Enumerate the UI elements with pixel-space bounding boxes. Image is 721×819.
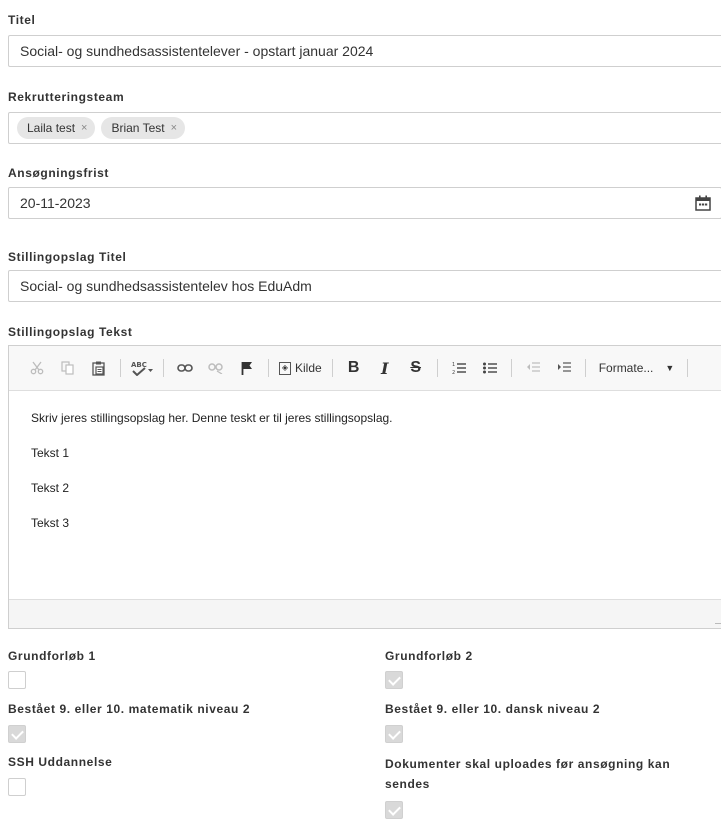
date-value: 20-11-2023 [20, 195, 91, 211]
editor-paragraph: Skriv jeres stillingsopslag her. Denne t… [31, 411, 393, 425]
toolbar-separator [120, 359, 121, 377]
editor-paragraph: Tekst 2 [31, 481, 70, 495]
tag-label: Laila test [27, 121, 76, 135]
toolbar-separator [687, 359, 689, 377]
paste-icon[interactable] [85, 355, 113, 381]
italic-button[interactable]: I [371, 355, 399, 381]
source-button[interactable]: ◈ Kilde [276, 355, 325, 381]
ansoegningsfrist-input[interactable]: 20-11-2023 [8, 187, 721, 219]
toolbar-separator [331, 359, 333, 377]
spellcheck-icon[interactable]: ABC [128, 355, 156, 381]
svg-text:1: 1 [452, 362, 455, 368]
tag-label: Brian Test [111, 121, 165, 135]
editor-toolbar: ABC ◈ Kilde B I S 12 Formate... ▼ [9, 346, 721, 391]
stillingopslag-titel-label: Stillingopslag Titel [8, 250, 127, 264]
editor-paragraph: Tekst 3 [31, 516, 70, 530]
calendar-icon[interactable] [695, 195, 711, 211]
numbered-list-icon[interactable]: 12 [445, 355, 473, 381]
unlink-icon[interactable] [202, 355, 230, 381]
ssh-checkbox[interactable] [8, 778, 26, 796]
svg-text:2: 2 [452, 370, 455, 375]
rekrutteringsteam-input[interactable]: Laila test × Brian Test × [8, 112, 721, 144]
cut-icon[interactable] [23, 355, 51, 381]
toolbar-separator [584, 359, 586, 377]
source-icon: ◈ [279, 361, 291, 375]
tag-brian-test: Brian Test × [101, 117, 186, 139]
toolbar-separator [163, 359, 164, 377]
ssh-label: SSH Uddannelse [8, 755, 113, 769]
tag-laila-test: Laila test × [17, 117, 96, 139]
toolbar-separator [510, 359, 512, 377]
stillingopslag-tekst-label: Stillingopslag Tekst [8, 325, 133, 339]
grundforloeb2-label: Grundforløb 2 [385, 649, 473, 663]
editor-statusbar [9, 599, 721, 628]
outdent-icon[interactable] [519, 355, 547, 381]
tag-remove-icon[interactable]: × [171, 117, 177, 139]
grundforloeb2-checkbox[interactable] [385, 671, 403, 689]
rekrutteringsteam-label: Rekrutteringsteam [8, 90, 125, 104]
toolbar-separator [268, 359, 269, 377]
format-dropdown[interactable]: Formate... ▼ [593, 355, 681, 381]
dokumenter-checkbox[interactable] [385, 801, 403, 819]
dokumenter-label-line2: sendes [385, 777, 430, 791]
strikethrough-button[interactable]: S [402, 355, 430, 381]
rich-text-editor: ABC ◈ Kilde B I S 12 Formate... ▼ Skriv … [8, 345, 721, 629]
grundforloeb1-checkbox[interactable] [8, 671, 26, 689]
titel-input[interactable]: Social- og sundhedsassistentelever - ops… [8, 35, 721, 67]
grundforloeb1-label: Grundforløb 1 [8, 649, 96, 663]
dokumenter-label-line1: Dokumenter skal uploades før ansøgning k… [385, 757, 671, 771]
dokumenter-label: Dokumenter skal uploades før ansøgning k… [385, 754, 670, 794]
bold-button[interactable]: B [340, 355, 368, 381]
stillingopslag-titel-input[interactable]: Social- og sundhedsassistentelev hos Edu… [8, 270, 721, 302]
editor-content[interactable]: Skriv jeres stillingsopslag her. Denne t… [9, 390, 721, 600]
format-label: Formate... [598, 361, 654, 375]
ansoegningsfrist-label: Ansøgningsfrist [8, 166, 109, 180]
indent-icon[interactable] [550, 355, 578, 381]
source-label: Kilde [295, 361, 322, 375]
bullet-list-icon[interactable] [476, 355, 504, 381]
toolbar-separator [436, 359, 438, 377]
tag-remove-icon[interactable]: × [81, 117, 87, 139]
dansk-label: Bestået 9. eller 10. dansk niveau 2 [385, 702, 601, 716]
matematik-label: Bestået 9. eller 10. matematik niveau 2 [8, 702, 251, 716]
titel-label: Titel [8, 13, 36, 27]
link-icon[interactable] [171, 355, 199, 381]
chevron-down-icon: ▼ [665, 363, 675, 373]
matematik-checkbox[interactable] [8, 725, 26, 743]
dansk-checkbox[interactable] [385, 725, 403, 743]
resize-handle-icon[interactable] [715, 616, 721, 624]
copy-icon[interactable] [54, 355, 82, 381]
anchor-flag-icon[interactable] [233, 355, 261, 381]
editor-paragraph: Tekst 1 [31, 446, 70, 460]
